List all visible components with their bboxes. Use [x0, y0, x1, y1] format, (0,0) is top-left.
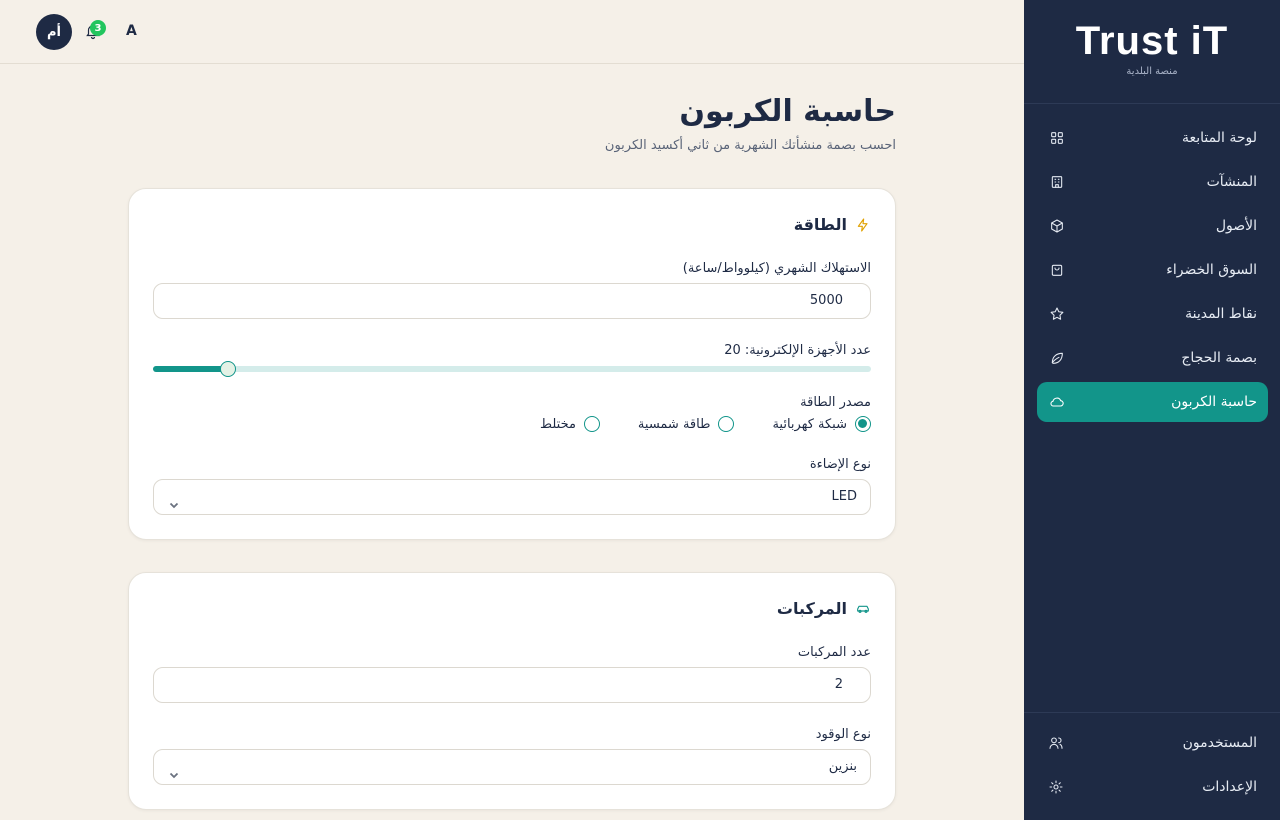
sidebar-item-label: المستخدمون	[1182, 735, 1257, 751]
radio-grid-dot[interactable]	[855, 416, 871, 432]
sidebar-item-users[interactable]: المستخدمون	[1036, 723, 1268, 763]
devices-slider-thumb[interactable]	[220, 361, 237, 377]
radio-mixed-dot[interactable]	[583, 416, 600, 432]
car-icon	[857, 605, 869, 613]
radio-solar-dot[interactable]	[718, 416, 735, 432]
page-subtitle: احسب بصمة منشأتك الشهرية من ثاني أكسيد ا…	[604, 138, 896, 153]
user-avatar[interactable]: أم	[36, 14, 72, 50]
sidebar: Trust iT منصة البلدية لوحة المتابعة المن…	[1024, 0, 1280, 820]
cloud-icon	[1049, 394, 1065, 410]
sidebar-item-label: الإعدادات	[1202, 779, 1257, 795]
chevron-down-icon	[168, 491, 180, 509]
vehicles-card: المركبات عدد المركبات 2 نوع الوقود بنزين	[128, 572, 896, 810]
radio-mixed-label: مختلط	[540, 416, 576, 432]
lighting-select[interactable]: LED	[153, 479, 871, 515]
sidebar-item-label: بصمة الحجاج	[1181, 350, 1257, 366]
top-bar: أم 3 A	[0, 0, 1024, 64]
sidebar-item-label: لوحة المتابعة	[1181, 130, 1257, 146]
vehicles-card-title: المركبات	[776, 599, 847, 618]
sidebar-item-label: المنشآت	[1206, 174, 1257, 190]
sidebar-item-assets[interactable]: الأصول	[1037, 206, 1268, 246]
gear-icon	[1048, 779, 1064, 795]
sidebar-item-facilities[interactable]: المنشآت	[1037, 162, 1268, 202]
radio-solar[interactable]: طاقة شمسية	[638, 416, 735, 432]
shopping-bag-icon	[1049, 262, 1065, 278]
sidebar-item-label: السوق الخضراء	[1166, 262, 1257, 278]
star-icon	[1049, 306, 1065, 322]
box-icon	[1049, 218, 1065, 234]
page-title: حاسبة الكربون	[679, 94, 896, 129]
energy-card-header: الطاقة	[794, 215, 871, 234]
sidebar-item-label: الأصول	[1215, 218, 1257, 234]
leaf-icon	[1049, 350, 1065, 366]
fuel-type-select[interactable]: بنزين	[153, 749, 871, 785]
sidebar-item-label: حاسبة الكربون	[1171, 394, 1257, 410]
devices-label: عدد الأجهزة الإلكترونية: 20	[724, 343, 871, 358]
brand-subtitle: منصة البلدية	[1126, 66, 1178, 77]
sidebar-bottom-nav: المستخدمون الإعدادات	[1024, 712, 1280, 811]
sidebar-item-dashboard[interactable]: لوحة المتابعة	[1037, 118, 1268, 158]
sidebar-nav: لوحة المتابعة المنشآت الأصول السوق الخضر…	[1037, 118, 1268, 426]
vehicle-count-label: عدد المركبات	[797, 645, 871, 660]
devices-slider[interactable]	[153, 361, 871, 377]
vehicles-card-header: المركبات	[777, 599, 871, 618]
radio-solar-label: طاقة شمسية	[637, 416, 711, 432]
building-icon	[1049, 174, 1065, 190]
lighting-label: نوع الإضاءة	[809, 457, 871, 472]
sidebar-item-label: نقاط المدينة	[1185, 306, 1257, 322]
energy-source-radio-group: شبكة كهربائية طاقة شمسية مختلط	[540, 416, 871, 432]
consumption-label: الاستهلاك الشهري (كيلوواط/ساعة)	[682, 261, 871, 276]
sidebar-item-pilgrims-footprint[interactable]: بصمة الحجاج	[1037, 338, 1268, 378]
lightning-icon	[857, 217, 868, 232]
sidebar-item-city-points[interactable]: نقاط المدينة	[1037, 294, 1268, 334]
sidebar-item-green-market[interactable]: السوق الخضراء	[1037, 250, 1268, 290]
notification-badge: 3	[90, 20, 106, 36]
chevron-down-icon	[168, 761, 180, 779]
energy-card-title: الطاقة	[793, 215, 847, 234]
brand-logo: Trust iT	[1075, 19, 1229, 63]
dashboard-icon	[1049, 130, 1065, 146]
devices-slider-fill	[153, 366, 229, 372]
brand: Trust iT منصة البلدية	[1024, 0, 1280, 104]
radio-mixed[interactable]: مختلط	[540, 416, 600, 432]
language-toggle[interactable]: A	[126, 23, 137, 39]
radio-grid[interactable]: شبكة كهربائية	[772, 416, 871, 432]
energy-card: الطاقة الاستهلاك الشهري (كيلوواط/ساعة) 5…	[128, 188, 896, 540]
sidebar-item-carbon-calculator[interactable]: حاسبة الكربون	[1037, 382, 1268, 422]
vehicle-count-input[interactable]: 2	[153, 667, 871, 703]
energy-source-label: مصدر الطاقة	[800, 395, 871, 410]
fuel-type-label: نوع الوقود	[815, 727, 871, 742]
consumption-input[interactable]: 5000	[153, 283, 871, 319]
fuel-type-select-value: بنزين	[828, 759, 857, 774]
sidebar-item-settings[interactable]: الإعدادات	[1036, 767, 1268, 807]
radio-grid-label: شبكة كهربائية	[772, 416, 847, 432]
lighting-select-value: LED	[831, 489, 857, 504]
users-icon	[1048, 735, 1064, 751]
